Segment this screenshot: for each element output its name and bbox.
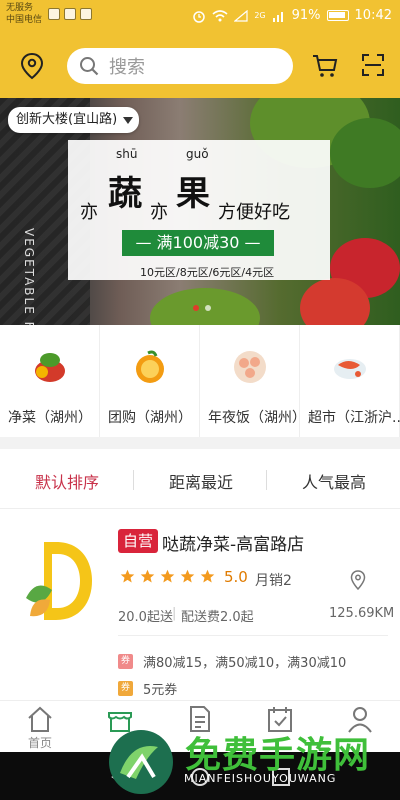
category-row: 净菜（湖州） 团购（湖州） 年夜饭（湖州） 超市（江浙沪...	[0, 325, 400, 437]
headline-part-1: 亦	[80, 202, 98, 223]
star-icon	[180, 569, 195, 583]
category-label: 超市（江浙沪...	[308, 410, 400, 426]
promo-row: 券 5元券	[118, 679, 177, 698]
min-order: 20.0起送	[118, 610, 173, 625]
coupon-icon: 券	[118, 681, 133, 696]
star-icon	[160, 569, 175, 583]
pinyin-guo: guǒ	[186, 147, 209, 161]
watermark-logo	[109, 730, 173, 794]
store-name[interactable]: 哒蔬净菜-高富路店	[162, 530, 304, 555]
star-icon	[200, 569, 215, 583]
store-distance: 125.69KM	[329, 606, 395, 621]
scan-icon[interactable]	[361, 53, 385, 77]
banner-promo-tag: — 满100减30 —	[122, 230, 274, 256]
seafood-icon	[334, 359, 366, 379]
nav-home-label: 首页	[27, 736, 52, 750]
banner-card: 亦 shū 蔬 亦 guǒ 果 方便好吃 — 满100减30 — 10元区/8元…	[68, 140, 330, 280]
monthly-sales: 月销2	[255, 573, 292, 589]
banner-dot[interactable]	[205, 305, 211, 311]
headline-part-3: 亦	[150, 202, 168, 223]
headline-part-2: 蔬	[108, 174, 142, 214]
notification-app-icon	[48, 8, 60, 20]
section-gap	[0, 437, 400, 449]
category-item[interactable]: 年夜饭（湖州）	[200, 325, 306, 437]
category-item[interactable]: 团购（湖州）	[100, 325, 200, 437]
star-rating	[120, 569, 215, 584]
tab-most-popular[interactable]: 人气最高	[302, 469, 366, 493]
carrier-line-2: 中国电信	[6, 15, 43, 25]
nav-home[interactable]: 首页	[0, 701, 80, 753]
category-item[interactable]: 超市（江浙沪...	[300, 325, 400, 437]
tab-divider	[266, 470, 267, 490]
rating-score: 5.0	[224, 568, 248, 586]
category-label: 团购（湖州）	[108, 410, 192, 426]
orange-icon	[136, 350, 164, 383]
headline-part-5: 方便好吃	[218, 202, 290, 223]
banner-pagination	[193, 305, 211, 311]
alarm-icon	[193, 10, 206, 23]
star-icon	[120, 569, 135, 583]
star-icon	[140, 569, 155, 583]
status-right: 2G 91% 10:42	[192, 8, 392, 23]
wifi-icon	[212, 9, 228, 21]
watermark-title: 免费手游网	[185, 735, 371, 776]
category-label: 年夜饭（湖州）	[208, 410, 306, 426]
sort-tabs: 默认排序 距离最近 人气最高	[0, 449, 400, 509]
notification-app-icon	[64, 8, 76, 20]
card-divider	[118, 635, 388, 636]
status-bar: 无服务 中国电信 2G 91% 10:42	[0, 0, 400, 34]
battery-percent: 91%	[291, 8, 321, 23]
signal-icon	[272, 11, 283, 22]
map-pin-icon	[350, 570, 366, 590]
store-logo	[26, 542, 92, 620]
watermark-subtitle: MIANFEISHOUYOUWANG	[184, 772, 337, 785]
notification-icons	[48, 8, 92, 20]
notification-app-icon	[80, 8, 92, 20]
category-label: 净菜（湖州）	[8, 410, 92, 426]
coupon-icon: 券	[118, 654, 133, 669]
battery-icon	[326, 10, 349, 21]
location-selector[interactable]: 创新大楼(宜山路)	[8, 107, 140, 133]
chevron-down-icon	[123, 117, 134, 124]
header-bar: 搜索	[0, 34, 400, 98]
search-icon	[80, 57, 99, 76]
meatball-icon	[234, 351, 266, 383]
location-label: 创新大楼(宜山路)	[16, 112, 118, 127]
network-type: 2G	[254, 11, 266, 20]
promo-row: 券 满80减15，满50减10，满30减10	[118, 652, 346, 671]
pinyin-shu: shū	[116, 147, 138, 161]
no-sim-icon	[234, 9, 248, 22]
tab-nearest[interactable]: 距离最近	[169, 469, 233, 493]
carrier-info: 无服务 中国电信	[6, 2, 42, 26]
search-placeholder: 搜索	[109, 57, 145, 78]
banner-vertical-text: VEGETABLE FRUIT	[22, 228, 36, 325]
category-item[interactable]: 净菜（湖州）	[0, 325, 100, 437]
carrier-line-1: 无服务	[6, 3, 34, 13]
clock: 10:42	[354, 8, 392, 23]
watermark: 免费手游网 MIANFEISHOUYOUWANG	[100, 723, 400, 800]
headline-part-4: 果	[176, 174, 210, 214]
cart-icon[interactable]	[312, 54, 338, 78]
store-card[interactable]: 自营 哒蔬净菜-高富路店 5.0 月销2 20.0起送 | 配送费2.0起 12…	[0, 510, 400, 700]
self-operated-badge: 自营	[118, 529, 159, 553]
banner-zones: 10元区/8元区/6元区/4元区	[140, 266, 275, 279]
banner-veg	[330, 118, 400, 188]
vegetable-icon	[35, 353, 65, 382]
location-pin-icon[interactable]	[20, 52, 44, 80]
meta-divider: |	[172, 606, 177, 621]
tab-default-sort[interactable]: 默认排序	[35, 469, 99, 493]
home-icon	[28, 706, 52, 732]
search-input[interactable]: 搜索	[67, 48, 293, 84]
tab-divider	[133, 470, 134, 490]
banner-dot-active[interactable]	[193, 305, 199, 311]
promo-text: 满80减15，满50减10，满30减10	[143, 656, 347, 671]
delivery-fee: 配送费2.0起	[181, 610, 254, 625]
promo-text: 5元券	[143, 683, 178, 698]
